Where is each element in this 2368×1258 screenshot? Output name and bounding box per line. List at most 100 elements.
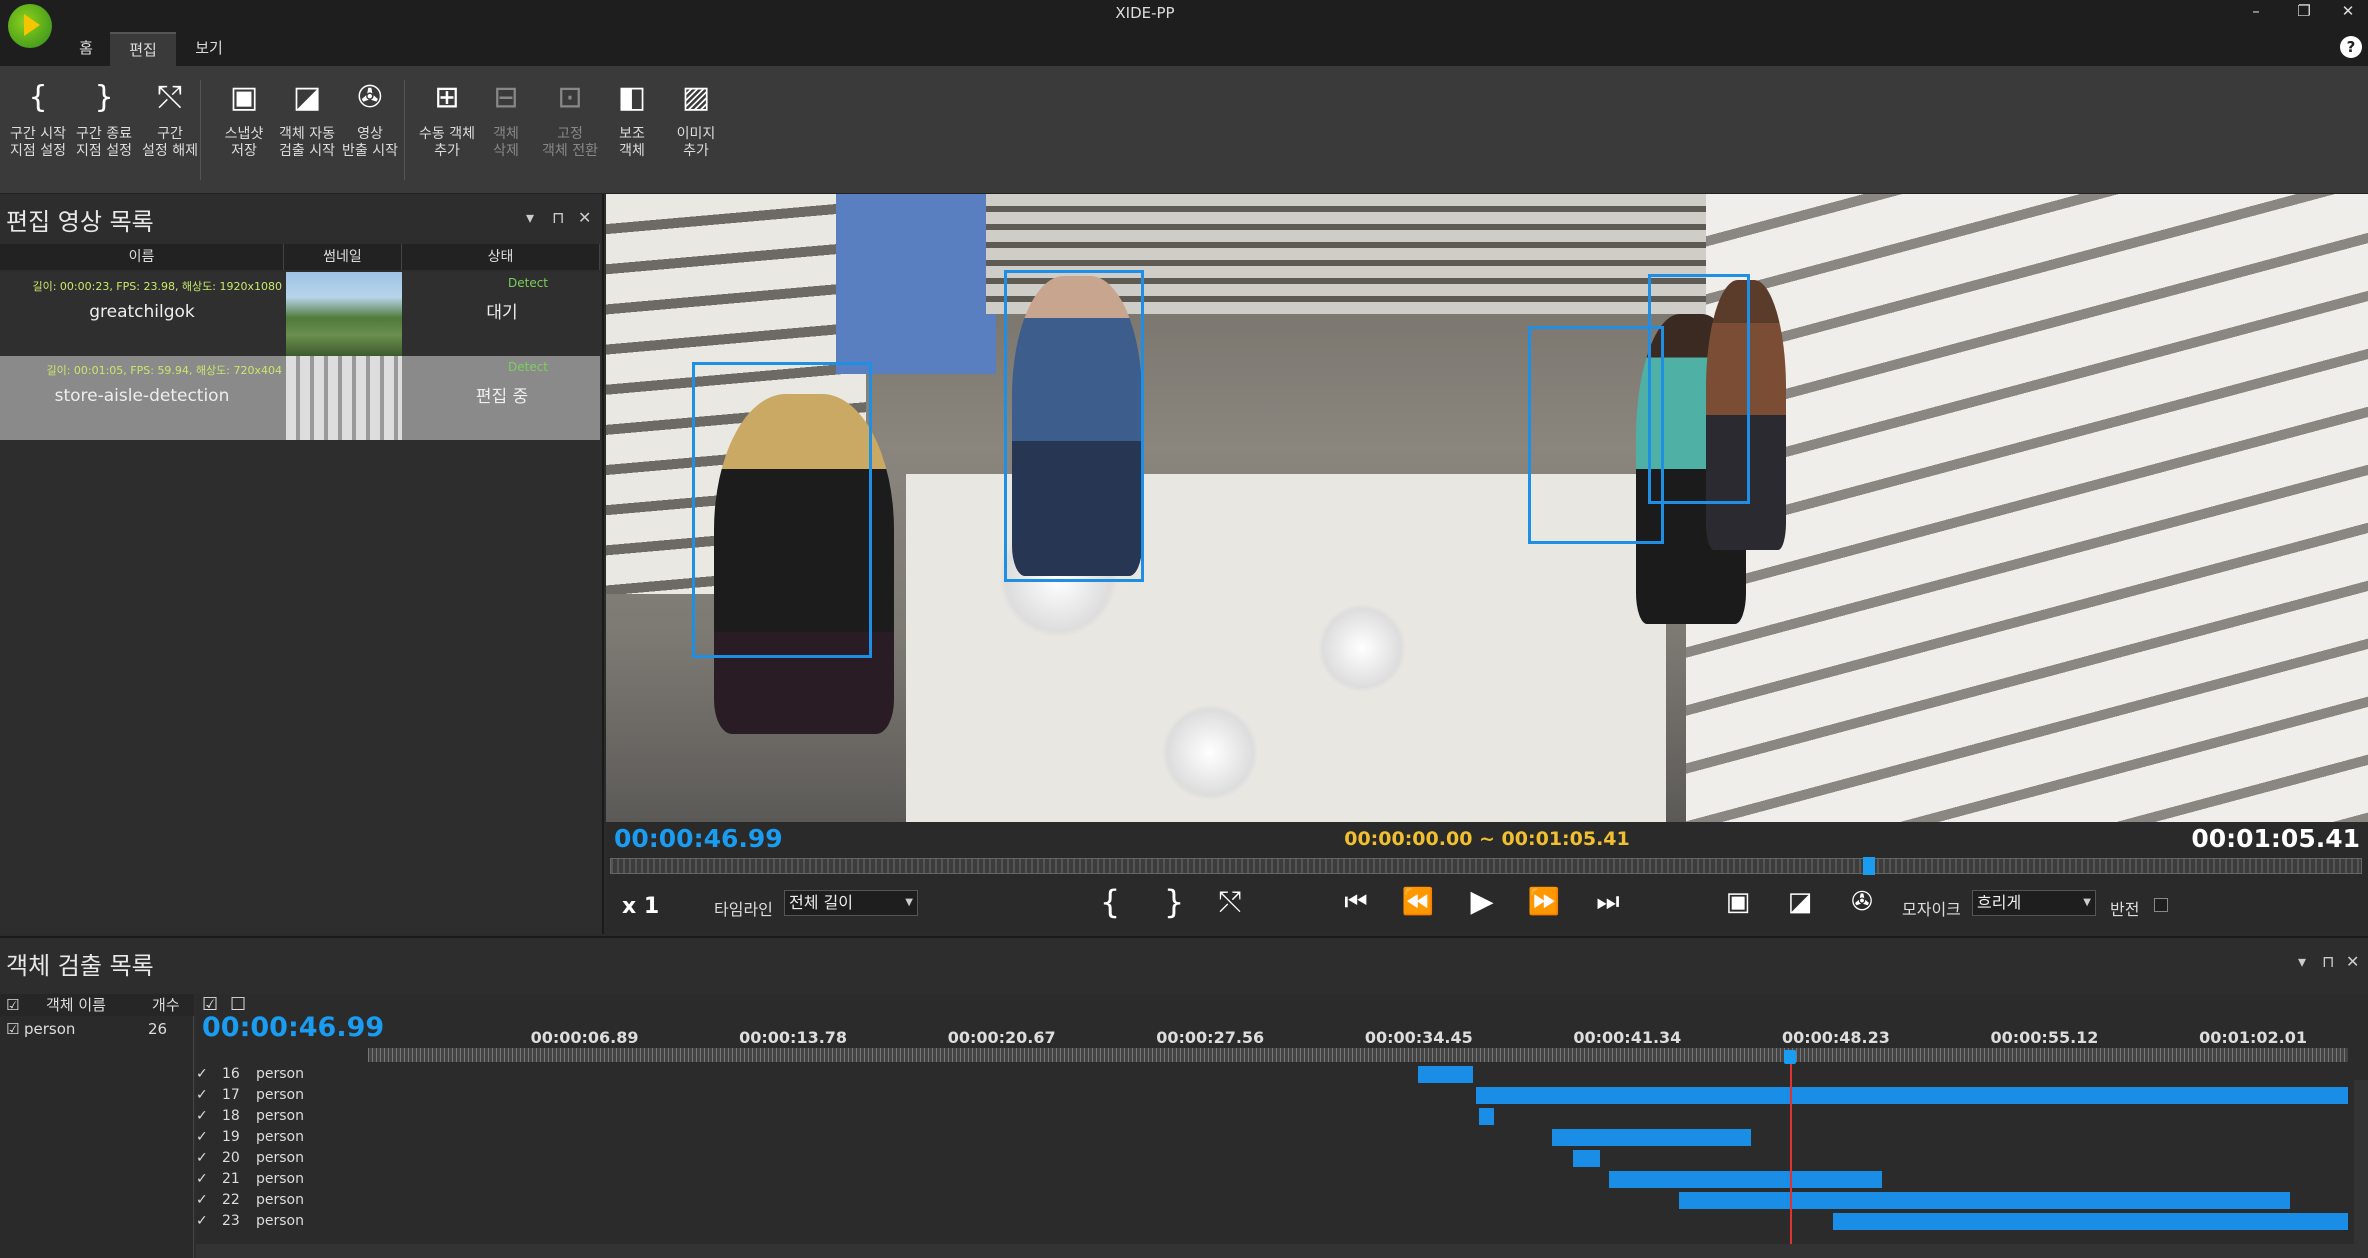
video-row-selected[interactable]: 길이: 00:01:05, FPS: 59.94, 해상도: 720x404 s… <box>0 356 600 440</box>
tab-view[interactable]: 보기 <box>176 32 242 66</box>
horizontal-scrollbar[interactable] <box>196 1244 2354 1258</box>
ribbon-label: 구간 종료 지점 설정 <box>76 126 132 159</box>
track-row[interactable]: ✓ 20 person <box>196 1148 2368 1169</box>
panel-close-icon[interactable]: ✕ <box>578 208 591 227</box>
track-row[interactable]: ✓ 19 person <box>196 1127 2368 1148</box>
add-image-button[interactable]: ▨ 이미지 추가 <box>666 76 726 186</box>
step-forward-icon[interactable]: ⏩ <box>1524 882 1564 922</box>
ribbon-separator <box>200 80 201 180</box>
playhead-knob[interactable] <box>1784 1050 1797 1064</box>
auto-detect-icon: ◪ <box>292 80 322 115</box>
skip-first-icon[interactable]: ⏮ <box>1336 882 1376 922</box>
track-checkbox[interactable]: ✓ <box>196 1148 212 1169</box>
range-end-button[interactable]: } 구간 종료 지점 설정 <box>72 76 136 186</box>
timeline-select[interactable]: 전체 길이 ▼ <box>784 890 918 916</box>
fixed-object-button[interactable]: ⊡ 고정 객체 전환 <box>538 76 602 186</box>
track-segment[interactable] <box>1478 1108 1495 1125</box>
detection-box[interactable] <box>1528 326 1664 544</box>
track-segment[interactable] <box>1609 1171 1882 1188</box>
play-icon[interactable]: ▶ <box>1462 882 1502 922</box>
speed-label[interactable]: x 1 <box>622 894 659 919</box>
pin-icon[interactable]: ⊓ <box>2322 952 2334 971</box>
snapshot-button[interactable]: ▣ 스냅샷 저장 <box>214 76 274 186</box>
aux-object-button[interactable]: ◧ 보조 객체 <box>604 76 660 186</box>
tab-home[interactable]: 홈 <box>62 32 110 66</box>
track-checkbox[interactable]: ✓ <box>196 1211 212 1232</box>
track-id: 18 <box>222 1108 240 1124</box>
object-row[interactable]: ☑ person 26 <box>0 1018 194 1040</box>
track-checkbox[interactable]: ✓ <box>196 1106 212 1127</box>
timeline-ruler[interactable] <box>368 1048 2348 1062</box>
detection-box[interactable] <box>1648 274 1750 504</box>
panel-close-icon[interactable]: ✕ <box>2346 952 2359 971</box>
invert-checkbox[interactable] <box>2154 898 2168 912</box>
timeline-tick-label: 00:00:34.45 <box>1364 1028 1473 1047</box>
panel-menu-icon[interactable]: ▾ <box>526 208 534 227</box>
track-checkbox[interactable]: ✓ <box>196 1085 212 1106</box>
range-clear-button[interactable]: ⤲ 구간 설정 해제 <box>138 76 202 186</box>
track-checkbox[interactable]: ✓ <box>196 1169 212 1190</box>
column-header-count[interactable]: 개수 <box>152 994 180 1016</box>
mosaic-select[interactable]: 흐리게 ▼ <box>1972 890 2096 916</box>
track-segment[interactable] <box>1833 1213 2348 1230</box>
range-end-control[interactable]: } <box>1154 882 1194 922</box>
panel-menu-icon[interactable]: ▾ <box>2298 952 2306 971</box>
help-icon[interactable]: ? <box>2340 36 2362 58</box>
column-header-object-name[interactable]: 객체 이름 <box>46 994 106 1016</box>
step-back-icon[interactable]: ⏪ <box>1398 882 1438 922</box>
timeline-panel[interactable]: ☑ ☐ 00:00:46.99 00:00:06.89 00:00:13.78 00… <box>196 994 2368 1258</box>
video-frame[interactable] <box>606 194 2368 822</box>
auto-detect-icon[interactable]: ◪ <box>1780 882 1820 922</box>
track-row[interactable]: ✓ 22 person <box>196 1190 2368 1211</box>
minimize-button[interactable]: – <box>2236 0 2276 22</box>
column-header-thumbnail[interactable]: 썸네일 <box>284 244 402 270</box>
track-row[interactable]: ✓ 21 person <box>196 1169 2368 1190</box>
track-name: person <box>256 1213 304 1229</box>
ribbon-label: 객체 삭제 <box>493 126 519 159</box>
track-name: person <box>256 1192 304 1208</box>
pin-icon[interactable]: ⊓ <box>552 208 564 227</box>
column-header-status[interactable]: 상태 <box>402 244 600 270</box>
track-segment[interactable] <box>1475 1087 2348 1104</box>
track-row[interactable]: ✓ 18 person <box>196 1106 2368 1127</box>
range-start-button[interactable]: {구간 시작 지점 설정 <box>6 76 70 186</box>
track-checkbox[interactable]: ✓ <box>196 1127 212 1148</box>
track-segment[interactable] <box>1551 1129 1752 1146</box>
snapshot-icon[interactable]: ▣ <box>1718 882 1758 922</box>
delete-object-button[interactable]: ⊟ 객체 삭제 <box>476 76 536 186</box>
track-row[interactable]: ✓ 16 person <box>196 1064 2368 1085</box>
track-row[interactable]: ✓ 23 person <box>196 1211 2368 1232</box>
column-header-name[interactable]: 이름 <box>0 244 284 270</box>
auto-detect-button[interactable]: ◪ 객체 자동 검출 시작 <box>274 76 340 186</box>
range-start-control[interactable]: { <box>1090 882 1130 922</box>
track-checkbox[interactable]: ✓ <box>196 1064 212 1085</box>
video-meta: 길이: 00:01:05, FPS: 59.94, 해상도: 720x404 <box>46 364 282 377</box>
seek-bar[interactable] <box>610 857 2362 875</box>
skip-last-icon[interactable]: ⏭ <box>1588 882 1628 922</box>
export-icon[interactable]: ✇ <box>1842 882 1882 922</box>
track-id: 20 <box>222 1150 240 1166</box>
export-video-button[interactable]: ✇ 영상 반출 시작 <box>340 76 400 186</box>
video-row[interactable]: 길이: 00:00:23, FPS: 23.98, 해상도: 1920x1080… <box>0 272 600 356</box>
vertical-scrollbar[interactable] <box>2354 1080 2368 1258</box>
track-segment[interactable] <box>1572 1150 1600 1167</box>
select-all-checkbox[interactable]: ☑ <box>6 994 19 1016</box>
track-checkbox[interactable]: ✓ <box>196 1190 212 1211</box>
total-time: 00:01:05.41 <box>2191 824 2360 853</box>
object-checkbox[interactable]: ☑ <box>6 1018 19 1040</box>
restore-button[interactable]: ❐ <box>2284 0 2324 22</box>
close-button[interactable]: ✕ <box>2328 0 2368 22</box>
playhead-line[interactable] <box>1790 1058 1792 1258</box>
timeline-tick-label: 00:00:06.89 <box>530 1028 639 1047</box>
detection-box[interactable] <box>692 362 872 658</box>
track-row[interactable]: ✓ 17 person <box>196 1085 2368 1106</box>
video-thumbnail <box>286 356 402 440</box>
seek-knob[interactable] <box>1862 857 1875 875</box>
tab-edit[interactable]: 편집 <box>110 32 176 66</box>
track-segment[interactable] <box>1678 1192 2291 1209</box>
detection-box[interactable] <box>1004 270 1144 582</box>
range-clear-control[interactable]: ⤲ <box>1210 882 1250 922</box>
track-segment[interactable] <box>1418 1066 1473 1083</box>
range-end-icon: } <box>94 80 114 115</box>
manual-add-object-button[interactable]: ⊞ 수동 객체 추가 <box>412 76 482 186</box>
